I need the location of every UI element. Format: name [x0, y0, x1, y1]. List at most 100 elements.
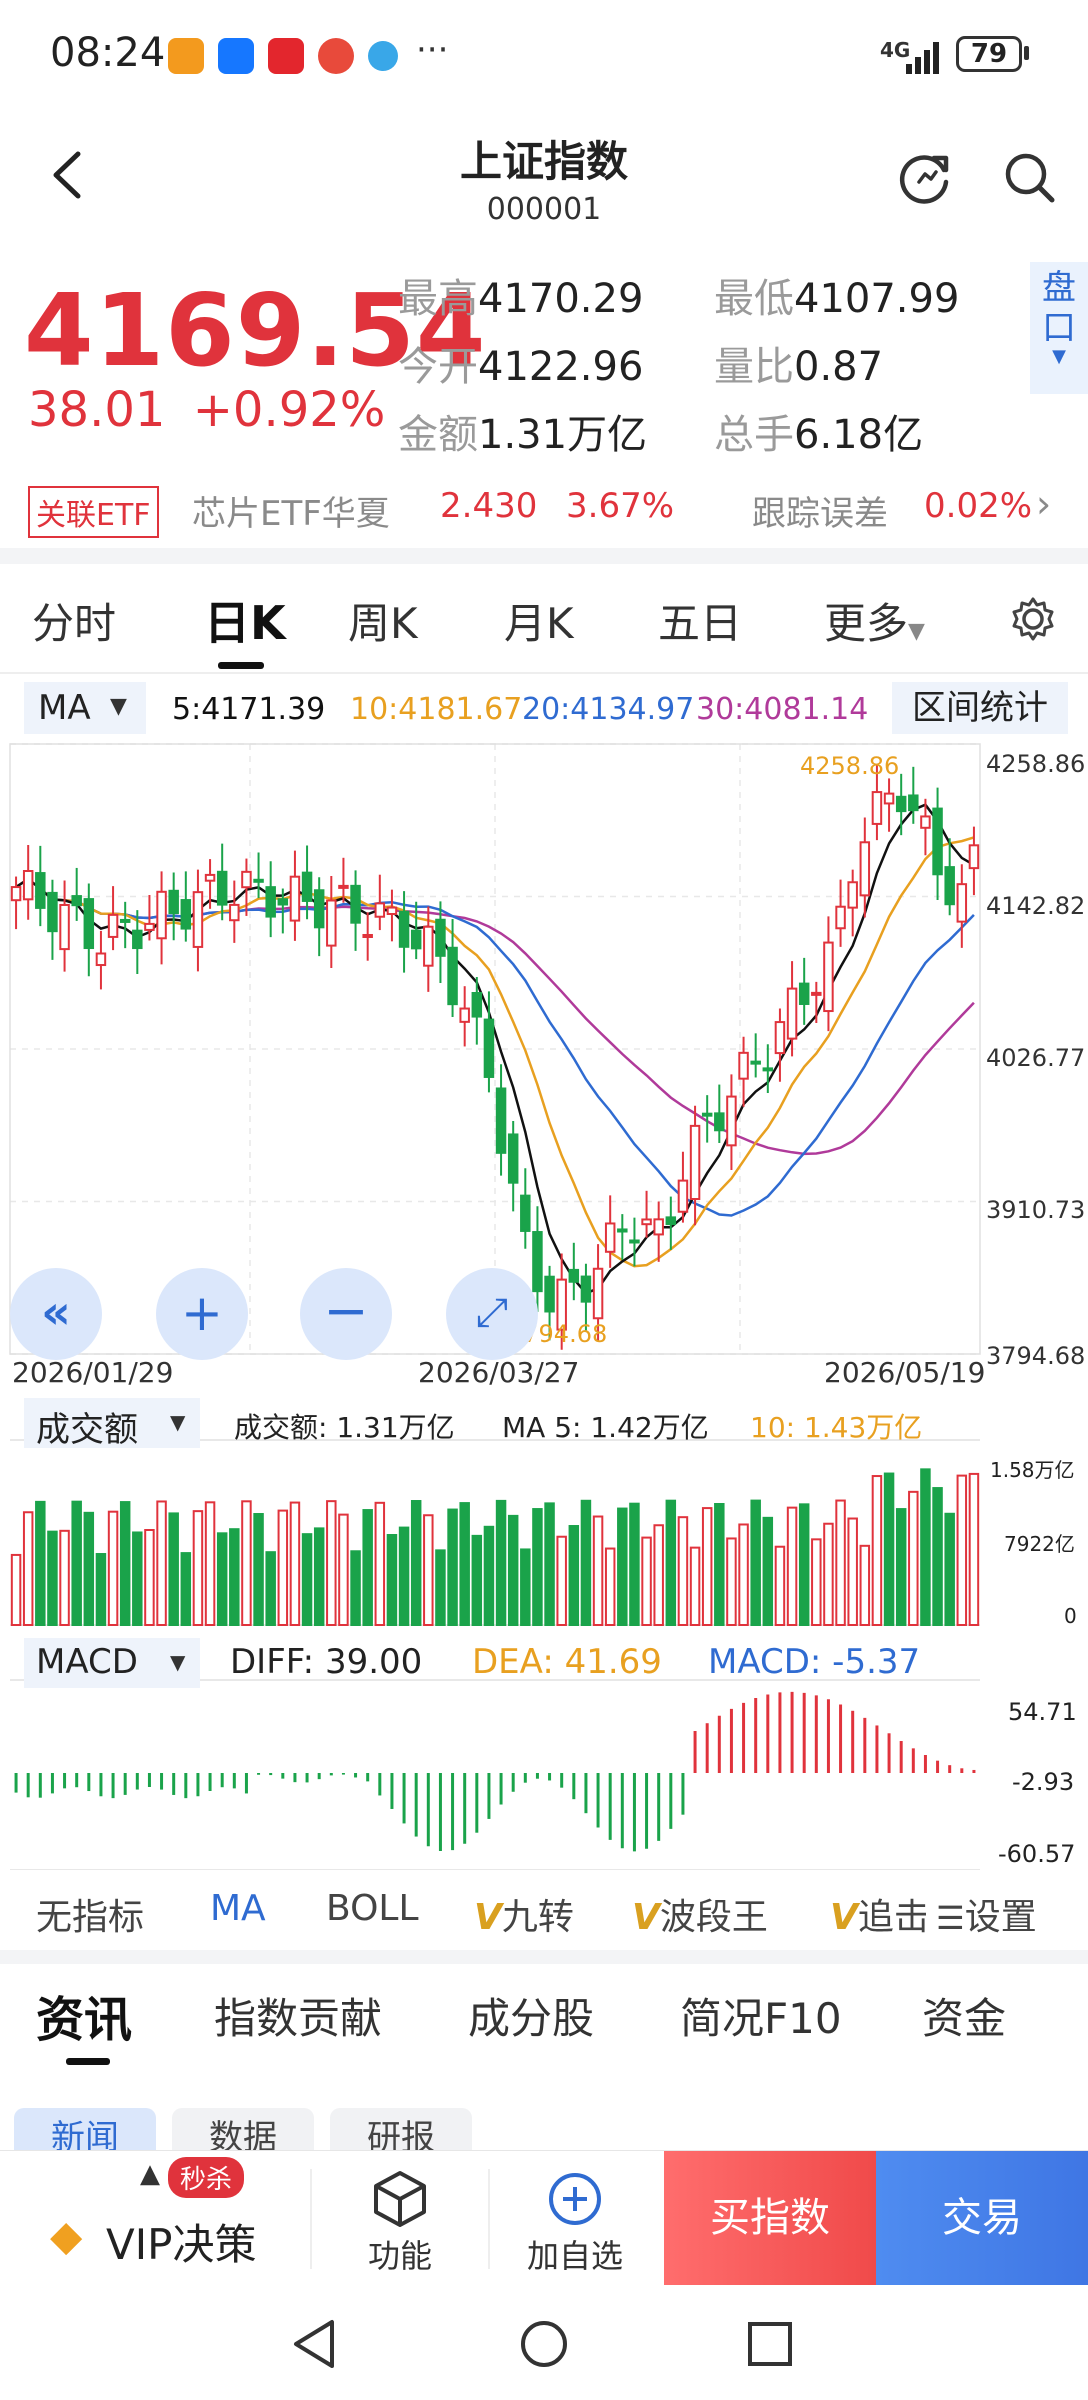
chevron-right-icon: › — [1036, 482, 1052, 526]
tab-intraday[interactable]: 分时 — [32, 590, 116, 651]
section-divider — [0, 1950, 1088, 1964]
double-chevron-left-icon: « — [41, 1285, 71, 1339]
active-tab-indicator — [66, 2058, 110, 2065]
scroll-left-button[interactable]: « — [10, 1268, 102, 1360]
caret-down-icon: ▼ — [170, 1410, 186, 1434]
volume-ma5: MA 5: 1.42万亿 — [502, 1411, 709, 1444]
volume-y-tick-3: 0 — [1064, 1604, 1077, 1628]
add-watchlist-button[interactable]: 加自选 — [510, 2151, 640, 2285]
tab-funds[interactable]: 资金 — [922, 1985, 1006, 2046]
macd-y-tick-1: 54.71 — [1008, 1698, 1077, 1726]
pankou-label: 盘口 — [1042, 268, 1076, 348]
indicator-zhuiji[interactable]: V追击 — [830, 1888, 926, 1940]
signal-icon — [906, 42, 939, 74]
etf-tag: 关联ETF — [28, 486, 159, 538]
tab-five-day[interactable]: 五日 — [658, 590, 742, 651]
macd-selector[interactable]: MACD ▼ — [24, 1638, 200, 1688]
active-tab-indicator — [218, 662, 264, 669]
macd-y-tick-3: -60.57 — [998, 1840, 1076, 1868]
volume-y-tick-2: 7922亿 — [1004, 1532, 1075, 1556]
recent-apps-icon[interactable] — [746, 2320, 794, 2368]
list-settings-icon: ☰ — [936, 1899, 965, 1937]
indicator-none[interactable]: 无指标 — [36, 1888, 144, 1940]
tab-constituents[interactable]: 成分股 — [468, 1985, 594, 2046]
volume-bars — [10, 1468, 980, 1627]
cloudpay-notification-icon — [268, 38, 304, 74]
y-tick-3: 4026.77 — [986, 1044, 1086, 1072]
macd-histogram — [14, 1691, 976, 1852]
tracking-error-label: 跟踪误差 — [752, 494, 888, 534]
indicator-settings[interactable]: ☰设置 — [930, 1888, 1037, 1940]
section-divider — [0, 548, 1088, 564]
indicator-jiuzhuan-label: 九转 — [501, 1897, 574, 1938]
tab-divider — [0, 672, 1088, 674]
pankou-button[interactable]: 盘口 ▼ — [1030, 262, 1088, 394]
stat-open: 今开4122.96 — [398, 344, 644, 390]
zoom-in-button[interactable]: + — [156, 1268, 248, 1360]
volume-selector[interactable]: 成交额 ▼ — [24, 1398, 200, 1450]
status-bar: 08:24 ··· 4G 79 — [0, 0, 1088, 110]
indicator-boduanwang[interactable]: V波段王 — [632, 1888, 768, 1940]
stat-low: 最低4107.99 — [714, 276, 960, 322]
vip-decision-button[interactable]: ▲ 秒杀 ◆ VIP决策 — [40, 2151, 300, 2285]
x-tick-2: 2026/03/27 — [418, 1356, 580, 1389]
pankou-arrow-icon: ▼ — [1052, 346, 1066, 367]
indicator-ma[interactable]: MA — [210, 1888, 266, 1929]
tab-news[interactable]: 资讯 — [36, 1980, 132, 2050]
music-notification-icon — [318, 38, 354, 74]
battery-level: 79 — [970, 39, 1008, 69]
volume-ma10: 10: 1.43万亿 — [750, 1411, 923, 1444]
add-watchlist-label: 加自选 — [526, 2237, 623, 2275]
tracking-error-value: 0.02% — [924, 486, 1033, 526]
tab-more[interactable]: 更多▼ — [824, 590, 925, 651]
function-label: 功能 — [367, 2237, 432, 2275]
more-notifications-icon: ··· — [416, 30, 449, 70]
divider — [488, 2169, 490, 2269]
cube-icon — [374, 2171, 426, 2227]
back-triangle-icon[interactable] — [290, 2318, 340, 2370]
bottom-action-bar: ▲ 秒杀 ◆ VIP决策 功能 加自选 买指数 交易 — [0, 2150, 1088, 2285]
tab-profile-f10[interactable]: 简况F10 — [680, 1985, 842, 2046]
etf-percent: 3.67% — [566, 486, 675, 526]
stat-high: 最高4170.29 — [398, 276, 644, 322]
app-notification-icon — [168, 38, 204, 74]
indicator-zhuiji-label: 追击 — [857, 1897, 926, 1938]
search-icon[interactable] — [1002, 150, 1058, 206]
system-nav-bar — [0, 2290, 1088, 2400]
indicator-jiuzhuan[interactable]: V九转 — [474, 1888, 574, 1940]
refresh-icon[interactable] — [896, 148, 954, 206]
browser-notification-icon — [368, 41, 398, 71]
home-circle-icon[interactable] — [518, 2318, 570, 2370]
etf-name: 芯片ETF华夏 — [192, 494, 390, 534]
y-tick-5: 3794.68 — [986, 1342, 1086, 1370]
macd-diff: DIFF: 39.00 — [230, 1642, 423, 1682]
divider — [310, 2169, 312, 2269]
zoom-out-button[interactable]: − — [300, 1268, 392, 1360]
y-tick-1: 4258.86 — [986, 750, 1086, 778]
function-button[interactable]: 功能 — [340, 2151, 460, 2285]
related-etf-row[interactable]: 关联ETF 芯片ETF华夏 2.430 3.67% 跟踪误差 0.02% › — [0, 478, 1088, 538]
change-value: 38.01 — [28, 382, 166, 438]
vip-label: VIP决策 — [106, 2220, 257, 2269]
plus-icon: + — [181, 1284, 223, 1342]
indicator-boll[interactable]: BOLL — [326, 1888, 419, 1929]
expand-icon: ⤢ — [476, 1290, 508, 1336]
buy-index-button[interactable]: 买指数 — [664, 2151, 876, 2285]
indicator-settings-label: 设置 — [964, 1897, 1037, 1938]
vip-v-icon: V — [830, 1897, 858, 1938]
alipay-notification-icon — [218, 38, 254, 74]
x-tick-1: 2026/01/29 — [12, 1356, 174, 1389]
flash-sale-badge: 秒杀 — [168, 2157, 245, 2198]
tab-index-contribution[interactable]: 指数贡献 — [214, 1985, 382, 2046]
fullscreen-button[interactable]: ⤢ — [446, 1268, 538, 1360]
trade-button[interactable]: 交易 — [876, 2151, 1088, 2285]
tab-daily-k[interactable]: 日K — [204, 587, 286, 653]
tab-monthly-k[interactable]: 月K — [504, 590, 574, 651]
x-tick-3: 2026/05/19 — [824, 1356, 986, 1389]
status-time: 08:24 — [50, 30, 166, 76]
caret-down-icon: ▼ — [170, 1650, 186, 1674]
stat-volume-ratio: 量比0.87 — [714, 344, 884, 390]
diamond-icon: ◆ — [50, 2211, 83, 2260]
settings-gear-icon[interactable] — [1010, 596, 1056, 642]
tab-weekly-k[interactable]: 周K — [348, 590, 418, 651]
